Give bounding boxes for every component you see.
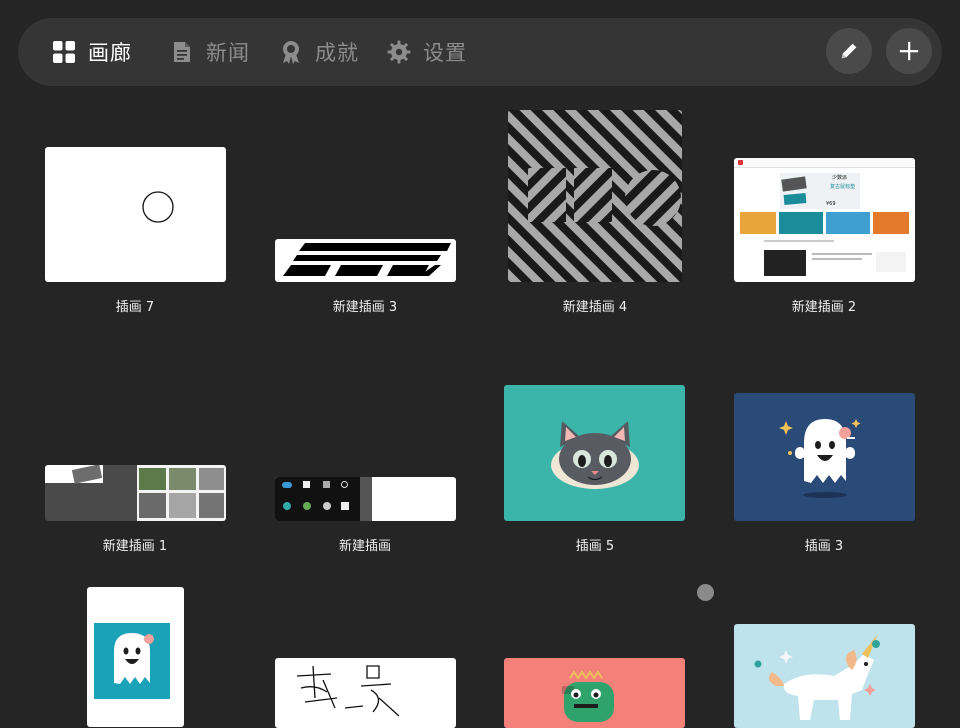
tab-achievements-label: 成就 (315, 41, 359, 65)
dinosaur-illustration (562, 670, 614, 722)
artwork-thumbnail[interactable] (45, 465, 226, 521)
edit-button[interactable] (826, 28, 872, 74)
tab-settings[interactable]: 设置 (387, 18, 467, 86)
artwork-thumbnail[interactable] (275, 658, 456, 728)
artwork-thumbnail[interactable] (275, 239, 456, 282)
artwork-title: 新建插画 2 (791, 300, 857, 315)
plus-icon (899, 41, 919, 61)
top-navigation-bar: 画廊 新闻 成就 设置 (18, 18, 942, 86)
achievement-badge-icon (283, 41, 299, 64)
stripes-drawing (283, 243, 451, 276)
artwork-thumbnail[interactable]: 少数派 复古鼠标垫 ¥69 (734, 158, 915, 282)
artwork-thumbnail[interactable] (504, 658, 685, 728)
tab-news-label: 新闻 (206, 41, 250, 65)
add-button[interactable] (886, 28, 932, 74)
pencil-icon (841, 43, 857, 59)
site-subtitle: 复古鼠标垫 (830, 184, 856, 190)
artwork-thumbnail[interactable] (87, 587, 184, 727)
tab-achievements[interactable]: 成就 (279, 18, 359, 86)
tab-settings-label: 设置 (423, 41, 467, 65)
settings-gear-icon (387, 40, 411, 64)
artwork-title: 新建插画 3 (332, 300, 398, 315)
artwork-thumbnail[interactable] (508, 110, 682, 282)
artwork-title: 新建插画 (338, 539, 391, 554)
calligraphy-drawing (296, 665, 400, 717)
artwork-thumbnail[interactable] (734, 393, 915, 521)
ghost-illustration (779, 419, 861, 498)
cat-illustration (551, 421, 639, 489)
circle-drawing (142, 191, 174, 223)
tab-gallery-label: 画廊 (88, 41, 132, 65)
tab-news[interactable]: 新闻 (170, 18, 250, 86)
news-document-icon (174, 42, 190, 62)
site-price: ¥69 (826, 201, 836, 207)
op-art-drawing (508, 110, 682, 282)
scroll-indicator[interactable] (697, 584, 714, 601)
artwork-title: 新建插画 1 (102, 539, 168, 554)
artwork-title: 插画 5 (575, 539, 615, 554)
artwork-title: 插画 3 (804, 539, 844, 554)
site-headline: 少数派 (832, 175, 848, 181)
tab-gallery[interactable]: 画廊 (52, 18, 132, 86)
artwork-thumbnail[interactable] (45, 147, 226, 282)
artwork-thumbnail[interactable] (734, 624, 915, 728)
artwork-title: 插画 7 (115, 300, 155, 315)
artwork-title: 新建插画 4 (562, 300, 628, 315)
gallery-grid-icon (53, 41, 75, 63)
artwork-thumbnail[interactable] (275, 477, 456, 521)
artwork-thumbnail[interactable] (504, 385, 685, 521)
ghost-illustration (94, 623, 170, 699)
unicorn-illustration (754, 634, 880, 720)
